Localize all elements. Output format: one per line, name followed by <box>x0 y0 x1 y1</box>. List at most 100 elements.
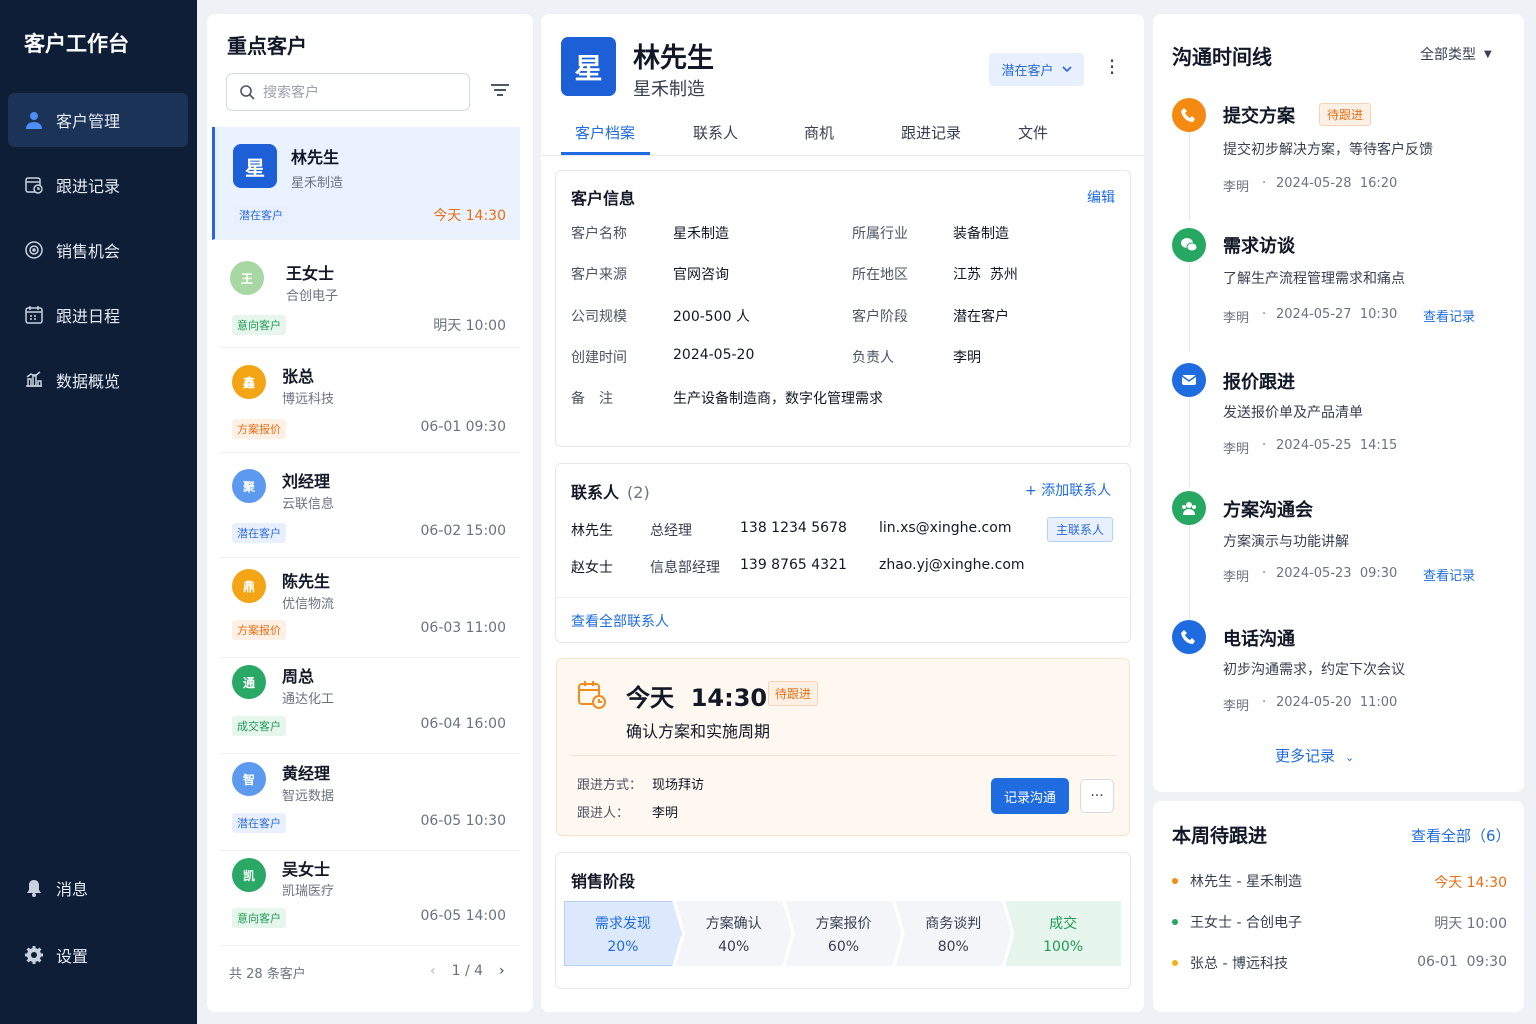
stage-value: 潜在客户 <box>1001 64 1054 79</box>
nav-customer-management[interactable]: 客户管理 <box>8 93 188 147</box>
view-all-weekly-link[interactable]: 查看全部（6） <box>1411 825 1511 846</box>
stage-progress: 需求发现 20% 方案确认 40% 方案报价 60% 商务谈判 80% 成交 100% <box>564 901 1121 966</box>
weekly-item[interactable]: 王女士 - 合创电子 <box>1172 912 1302 932</box>
timeline-item-title: 需求访谈 <box>1223 236 1295 257</box>
weekly-item-time: 今天 14:30 <box>1434 875 1507 891</box>
view-all-contacts-link[interactable]: 查看全部联系人 <box>571 611 669 631</box>
filter-icon[interactable] <box>490 82 510 98</box>
customer-avatar: 王 <box>230 261 264 295</box>
customer-tag: 潜在客户 <box>232 813 286 833</box>
customer-company: 凯瑞医疗 <box>282 884 335 899</box>
nav-label: 跟进日程 <box>56 307 121 326</box>
nav-data-overview[interactable]: 数据概览 <box>8 353 188 407</box>
customer-company: 优信物流 <box>282 597 335 612</box>
customer-item[interactable]: 智 黄经理 智远数据 潜在客户 06-05 10:30 <box>220 755 520 851</box>
timeline-item-title: 电话沟通 <box>1223 629 1295 650</box>
method-value: 现场拜访 <box>652 778 705 793</box>
chevron-down-icon <box>1061 66 1072 73</box>
next-page-icon[interactable]: › <box>499 963 505 979</box>
nav-settings[interactable]: 设置 <box>8 928 188 982</box>
customer-item[interactable]: 通 周总 通达化工 成交客户 06-04 16:00 <box>220 658 520 754</box>
timeline-item-tag: 待跟进 <box>1319 103 1372 126</box>
app-title: 客户工作台 <box>24 32 129 56</box>
tab-files[interactable]: 文件 <box>1018 122 1048 143</box>
customer-time: 06-05 10:30 <box>420 813 506 829</box>
search-icon <box>240 85 255 100</box>
customer-avatar: 凯 <box>232 858 266 892</box>
customer-item[interactable]: 凯 吴女士 凯瑞医疗 意向客户 06-05 14:00 <box>220 850 520 946</box>
type-filter-dropdown[interactable]: 全部类型 ▼ <box>1420 44 1492 64</box>
info-label: 客户名称 <box>571 226 627 242</box>
customer-item[interactable]: 鼎 陈先生 优信物流 方案报价 06-03 11:00 <box>220 562 520 658</box>
contacts-title: 联系人 (2) <box>571 483 650 502</box>
nav-label: 销售机会 <box>56 242 121 261</box>
record-communication-button[interactable]: 记录沟通 <box>991 778 1069 814</box>
stage-step[interactable]: 方案报价 60% <box>785 901 902 966</box>
status-dot <box>1172 919 1178 925</box>
timeline-item-desc: 方案演示与功能讲解 <box>1223 534 1349 550</box>
stage-step[interactable]: 商务谈判 80% <box>895 901 1012 966</box>
customer-name: 陈先生 <box>282 572 331 591</box>
nav-messages[interactable]: 消息 <box>8 861 188 915</box>
weekly-title: 本周待跟进 <box>1172 825 1268 847</box>
primary-contact-badge: 主联系人 <box>1047 517 1114 542</box>
more-options-button[interactable]: ··· <box>1080 779 1114 813</box>
customer-tag: 意向客户 <box>232 908 286 928</box>
contact-email: zhao.yj@xinghe.com <box>879 557 1025 573</box>
prev-page-icon[interactable]: ‹ <box>430 963 436 979</box>
detail-name: 林先生 <box>633 43 714 74</box>
timeline-item-time: 2024-05-20 11:00 <box>1276 695 1398 710</box>
target-icon <box>24 240 44 260</box>
caret-down-icon: ▼ <box>1484 48 1492 60</box>
schedule-tag: 待跟进 <box>768 681 819 706</box>
search-input[interactable]: 搜索客户 <box>226 73 470 111</box>
more-vertical-icon[interactable]: · · · <box>1107 51 1117 83</box>
contact-email: lin.xs@xinghe.com <box>879 520 1012 536</box>
stage-step[interactable]: 需求发现 20% <box>564 901 682 966</box>
customer-item[interactable]: 聚 刘经理 云联信息 潜在客户 06-02 15:00 <box>220 462 520 558</box>
separator-dot: · <box>1262 438 1267 453</box>
nav-label: 跟进记录 <box>56 177 121 196</box>
customer-tag: 意向客户 <box>232 315 286 335</box>
nav-sales-opportunities[interactable]: 销售机会 <box>8 223 188 277</box>
customer-company: 星禾制造 <box>291 176 344 191</box>
list-title: 重点客户 <box>227 34 307 58</box>
customer-tag: 潜在客户 <box>234 205 288 225</box>
stage-dropdown[interactable]: 潜在客户 <box>989 53 1084 86</box>
timeline-item-desc: 了解生产流程管理需求和痛点 <box>1223 271 1405 287</box>
sidebar: 客户工作台 客户管理 跟进记录 销售机会 跟进日程 数据概览 消息 设置 <box>0 0 197 1024</box>
more-records-button[interactable]: 更多记录 ⌄ <box>1275 745 1354 766</box>
view-record-link[interactable]: 查看记录 <box>1423 565 1475 584</box>
weekly-item[interactable]: 张总 - 博远科技 <box>1172 953 1288 973</box>
tab-follow-records[interactable]: 跟进记录 <box>901 122 961 143</box>
weekly-item[interactable]: 林先生 - 星禾制造 <box>1172 871 1302 891</box>
tab-profile[interactable]: 客户档案 <box>575 122 635 143</box>
timeline-item-user: 李明 <box>1223 442 1250 457</box>
meeting-icon <box>1172 491 1206 525</box>
note-value: 生产设备制造商，数字化管理需求 <box>673 391 883 407</box>
timeline-item-title: 报价跟进 <box>1223 372 1295 393</box>
customer-item-selected[interactable]: 星 林先生 星禾制造 潜在客户 今天 14:30 <box>212 127 520 240</box>
user-icon <box>24 110 44 130</box>
edit-link[interactable]: 编辑 <box>1087 187 1115 207</box>
tab-opportunities[interactable]: 商机 <box>804 122 834 143</box>
phone-icon <box>1172 98 1206 132</box>
nav-follow-schedule[interactable]: 跟进日程 <box>8 288 188 342</box>
customer-item[interactable]: 王 王女士 合创电子 意向客户 明天 10:00 <box>220 252 520 348</box>
nav-label: 消息 <box>56 880 89 899</box>
contact-phone: 139 8765 4321 <box>740 557 847 573</box>
view-record-link[interactable]: 查看记录 <box>1423 306 1475 325</box>
add-contact-button[interactable]: + 添加联系人 <box>1025 480 1111 500</box>
stage-step[interactable]: 方案确认 40% <box>675 901 792 966</box>
tab-contacts[interactable]: 联系人 <box>693 122 738 143</box>
note-label: 备 注 <box>571 391 613 407</box>
timeline-connector <box>1189 262 1190 352</box>
bell-icon <box>24 878 44 898</box>
page-indicator: 1 / 4 <box>451 963 484 979</box>
nav-follow-records[interactable]: 跟进记录 <box>8 158 188 212</box>
info-value: 李明 <box>953 350 981 366</box>
customer-item[interactable]: 鑫 张总 博远科技 方案报价 06-01 09:30 <box>220 357 520 453</box>
separator-dot: · <box>1262 176 1267 191</box>
wechat-icon <box>1172 228 1206 262</box>
stage-step[interactable]: 成交 100% <box>1005 901 1121 966</box>
